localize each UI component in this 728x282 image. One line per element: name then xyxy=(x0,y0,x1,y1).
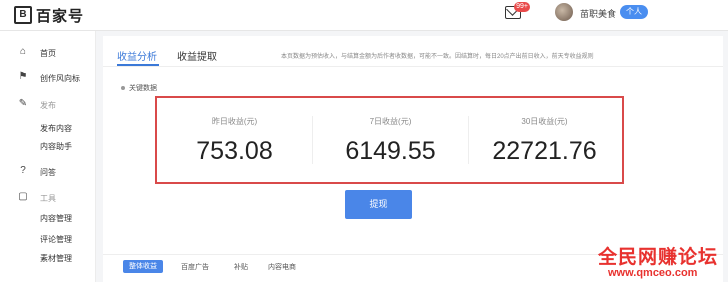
sidebar-item-tools[interactable]: ▢ 工具 xyxy=(0,189,95,207)
notification-badge: 99+ xyxy=(514,2,530,12)
sidebar-item-label: 发布 xyxy=(40,101,56,110)
edit-icon: ✎ xyxy=(18,98,28,109)
stat-value: 22721.76 xyxy=(492,137,597,165)
logo-icon: B xyxy=(14,6,32,24)
sidebar-item-home[interactable]: ⌂ 首页 xyxy=(0,44,95,62)
tab-divider xyxy=(103,66,723,67)
stat-label: 30日收益(元) xyxy=(521,117,568,126)
watermark-url: www.qmceo.com xyxy=(608,267,698,279)
tab-content-ecommerce[interactable]: 内容电商 xyxy=(268,262,296,272)
sidebar-item-label: 创作风向标 xyxy=(40,74,80,83)
tools-icon: ▢ xyxy=(18,191,28,202)
watermark-text: 全民网赚论坛 xyxy=(598,247,719,268)
logo-text: 百家号 xyxy=(36,7,85,25)
stat-value: 6149.55 xyxy=(345,137,436,165)
logo[interactable]: B 百家号 xyxy=(14,6,85,25)
withdraw-button[interactable]: 提现 xyxy=(345,190,412,219)
sidebar-subitem-comment-manage[interactable]: 评论管理 xyxy=(40,234,72,245)
sidebar-item-qa[interactable]: ? 问答 xyxy=(0,163,95,181)
tab-subsidy[interactable]: 补贴 xyxy=(234,262,248,272)
tab-revenue-withdraw[interactable]: 收益提取 xyxy=(177,48,217,63)
username[interactable]: 苗职美食 xyxy=(580,7,616,20)
stat-label: 7日收益(元) xyxy=(369,117,412,126)
sidebar-item-trends[interactable]: ⚑ 创作风向标 xyxy=(0,69,95,87)
sidebar-item-label: 工具 xyxy=(40,194,56,203)
stat-30-days: 30日收益(元) 22721.76 xyxy=(467,98,622,182)
section-label-key-data: 关键数据 xyxy=(121,83,157,93)
sidebar-subitem-content-manage[interactable]: 内容管理 xyxy=(40,213,72,224)
stat-label: 昨日收益(元) xyxy=(211,117,258,126)
sidebar-item-publish[interactable]: ✎ 发布 xyxy=(0,96,95,114)
sidebar-subitem-material-manage[interactable]: 素材管理 xyxy=(40,253,72,264)
sidebar-item-label: 首页 xyxy=(40,49,56,58)
flag-icon: ⚑ xyxy=(18,71,28,82)
tab-revenue-analysis[interactable]: 收益分析 xyxy=(117,48,157,63)
sidebar-item-label: 问答 xyxy=(40,168,56,177)
help-icon: ? xyxy=(20,165,26,176)
sidebar-subitem-publish-content[interactable]: 发布内容 xyxy=(40,123,72,134)
stat-yesterday: 昨日收益(元) 753.08 xyxy=(157,98,312,182)
sidebar-subitem-content-assistant[interactable]: 内容助手 xyxy=(40,141,72,152)
key-stats-box: 昨日收益(元) 753.08 7日收益(元) 6149.55 30日收益(元) … xyxy=(155,96,624,184)
avatar[interactable] xyxy=(555,3,573,21)
top-bar: B 百家号 99+ 苗职美食 个人 xyxy=(0,0,728,31)
account-type-badge: 个人 xyxy=(620,5,648,19)
tab-overall-revenue[interactable]: 整体收益 xyxy=(123,260,163,273)
stat-value: 753.08 xyxy=(196,137,273,165)
revenue-notice: 本页数据为预估收入，与结算金额为后作者收数据，可能不一致。因结算时，每日20点产… xyxy=(281,54,594,60)
sidebar: ⌂ 首页 ⚑ 创作风向标 ✎ 发布 发布内容 内容助手 ? 问答 ▢ 工具 内容… xyxy=(0,31,96,282)
home-icon: ⌂ xyxy=(19,46,27,57)
stat-7-days: 7日收益(元) 6149.55 xyxy=(313,98,468,182)
tab-baidu-ads[interactable]: 百度广告 xyxy=(181,262,209,272)
